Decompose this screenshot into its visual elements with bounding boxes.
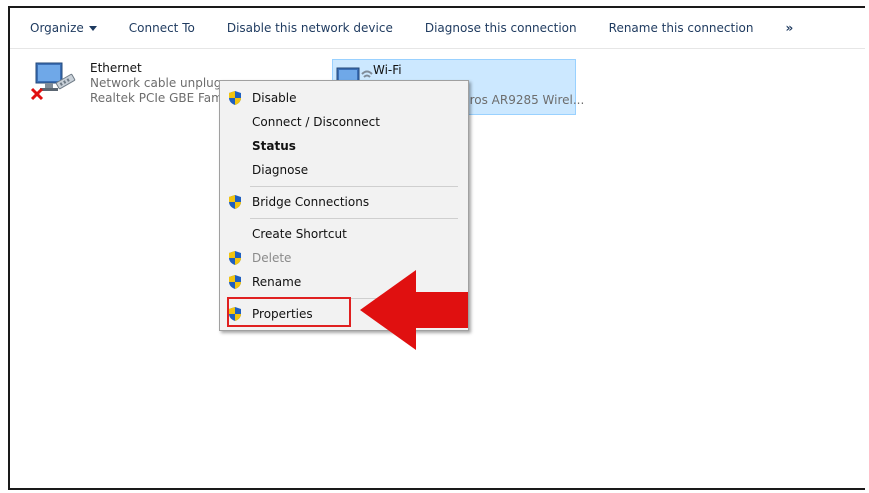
menu-item-disable[interactable]: Disable (220, 86, 468, 110)
chevron-down-icon (88, 26, 97, 31)
diagnose-connection-button[interactable]: Diagnose this connection (409, 21, 593, 35)
ethernet-device: Realtek PCIe GBE Family Controller (90, 91, 222, 105)
connect-to-button[interactable]: Connect To (113, 21, 211, 35)
network-connections-window: Organize Connect To Disable this network… (8, 6, 865, 490)
properties-highlight-box (227, 297, 351, 327)
menu-item-bridge-connections[interactable]: Bridge Connections (220, 190, 468, 214)
red-arrow-icon (360, 270, 468, 350)
menu-item-connect-disconnect[interactable]: Connect / Disconnect (220, 110, 468, 134)
menu-item-create-shortcut[interactable]: Create Shortcut (220, 222, 468, 246)
command-bar: Organize Connect To Disable this network… (10, 8, 865, 49)
menu-item-status[interactable]: Status (220, 134, 468, 158)
uac-shield-icon (229, 275, 241, 289)
uac-shield-icon (229, 251, 241, 265)
menu-separator (250, 218, 458, 219)
ethernet-adapter-icon (30, 62, 76, 101)
rename-connection-button[interactable]: Rename this connection (593, 21, 770, 35)
red-x-icon (30, 87, 44, 101)
menu-item-delete: Delete (220, 246, 468, 270)
ethernet-status: Network cable unplugged (90, 76, 222, 90)
menu-separator (250, 186, 458, 187)
wifi-name: Wi-Fi (373, 63, 402, 77)
more-commands-button[interactable]: » (770, 21, 809, 35)
disable-device-button[interactable]: Disable this network device (211, 21, 409, 35)
uac-shield-icon (229, 195, 241, 209)
uac-shield-icon (229, 91, 241, 105)
ethernet-name: Ethernet (90, 61, 142, 75)
organize-button[interactable]: Organize (10, 21, 113, 35)
menu-item-diagnose[interactable]: Diagnose (220, 158, 468, 182)
